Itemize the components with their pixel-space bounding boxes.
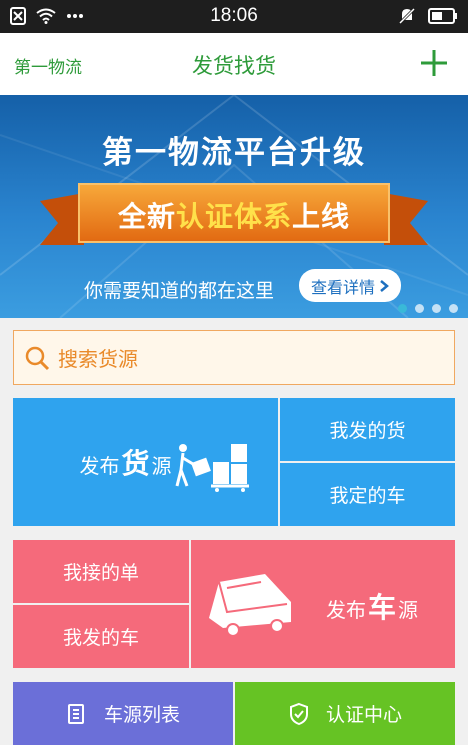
cert-center-label: 认证中心 xyxy=(325,704,402,726)
banner-title: 第一物流平台升级 xyxy=(102,135,366,171)
my-received-order-tile[interactable]: 我接的单 xyxy=(13,540,189,603)
my-sent-truck-label: 我发的车 xyxy=(62,627,139,649)
carousel-dots xyxy=(398,304,458,313)
add-icon[interactable] xyxy=(418,47,450,79)
truck-list-tile[interactable]: 车源列表 xyxy=(13,682,233,745)
battery-icon xyxy=(428,8,457,24)
shield-check-icon xyxy=(289,702,308,725)
publish-truck-suffix: 源 xyxy=(398,598,419,622)
list-document-icon xyxy=(67,703,84,724)
chevron-right-icon xyxy=(380,279,389,292)
search-cargo-input[interactable]: 搜索货源 xyxy=(13,330,455,385)
status-bar: 18:06 xyxy=(0,0,468,33)
page-title: 发货找货 xyxy=(192,54,276,78)
my-sent-cargo-tile[interactable]: 我发的货 xyxy=(280,398,455,461)
search-placeholder: 搜索货源 xyxy=(58,347,138,371)
carousel-dot[interactable] xyxy=(449,304,458,313)
ribbon-text-part1: 全新 xyxy=(117,200,176,233)
my-sent-truck-tile[interactable]: 我发的车 xyxy=(13,605,189,668)
carousel-dot[interactable] xyxy=(415,304,424,313)
search-icon xyxy=(25,346,50,370)
publish-cargo-big: 货 xyxy=(121,447,150,480)
publish-cargo-suffix: 源 xyxy=(151,454,172,478)
truck-icon xyxy=(209,574,291,637)
truck-list-label: 车源列表 xyxy=(103,704,180,726)
publish-cargo-prefix: 发布 xyxy=(79,454,120,478)
carousel-dot[interactable] xyxy=(432,304,441,313)
cert-center-tile[interactable]: 认证中心 xyxy=(235,682,455,745)
ribbon-text-part2: 上线 xyxy=(292,200,351,233)
carousel-dot[interactable] xyxy=(398,304,407,313)
nav-bar: 第一物流 发货找货 xyxy=(0,33,468,95)
banner-subtitle: 你需要知道的都在这里 xyxy=(84,280,275,302)
view-details-button[interactable]: 查看详情 xyxy=(299,269,401,302)
banner-ribbon: 全新认证体系上线 xyxy=(40,183,428,253)
ribbon-text-highlight: 认证体系 xyxy=(175,200,292,233)
my-received-order-label: 我接的单 xyxy=(62,562,139,584)
publish-truck-prefix: 发布 xyxy=(326,598,366,622)
my-sent-cargo-label: 我发的货 xyxy=(329,420,406,442)
mute-icon xyxy=(398,7,416,25)
my-booked-truck-label: 我定的车 xyxy=(329,485,406,507)
my-booked-truck-tile[interactable]: 我定的车 xyxy=(280,463,455,526)
promo-banner[interactable]: 第一物流平台升级 全新认证体系上线 你需要知道的都在这里 查看详情 xyxy=(0,95,468,318)
publish-cargo-tile[interactable]: 发布货源 xyxy=(13,398,278,526)
publish-truck-big: 车 xyxy=(368,591,397,624)
publish-truck-tile[interactable]: 发布车源 xyxy=(191,540,455,668)
cargo-cart-icon xyxy=(175,444,249,492)
view-details-label: 查看详情 xyxy=(310,277,375,297)
